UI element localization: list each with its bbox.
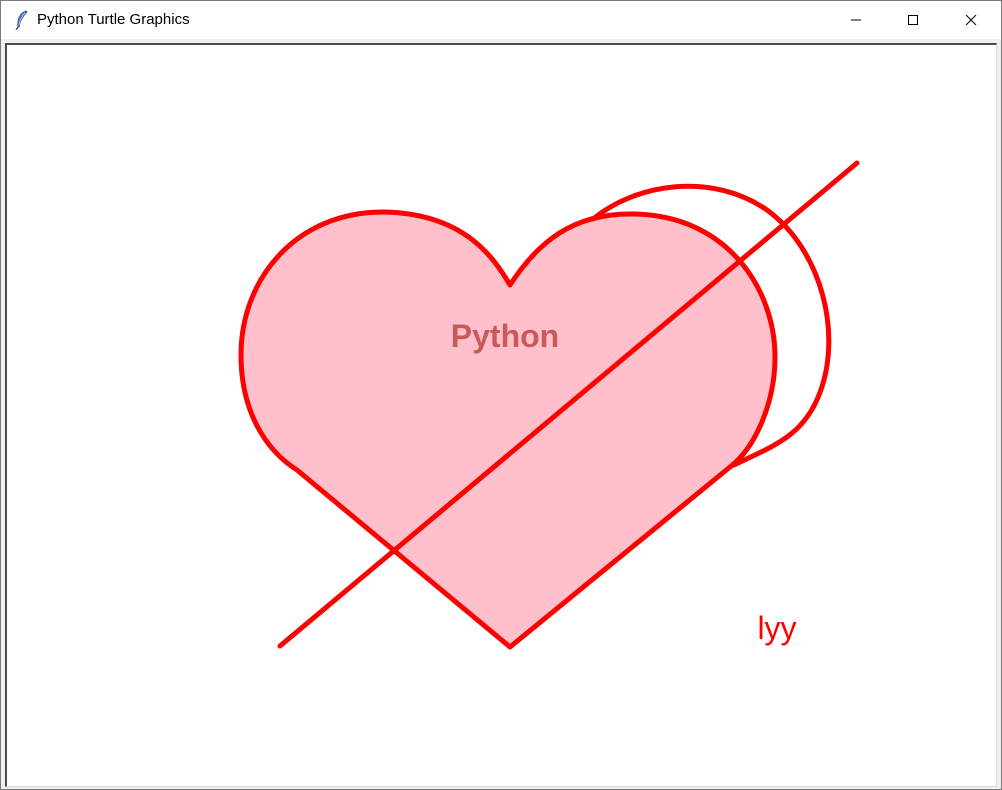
turtle-window: Python Turtle Graphics Python lyy — [0, 0, 1002, 790]
turtle-drawing: Python lyy — [238, 160, 860, 650]
close-icon — [965, 14, 977, 26]
minimize-icon — [850, 14, 862, 26]
turtle-canvas-area[interactable]: Python lyy — [5, 43, 997, 787]
minimize-button[interactable] — [827, 1, 885, 39]
close-button[interactable] — [942, 1, 1000, 39]
signature-text: lyy — [757, 610, 796, 646]
window-title: Python Turtle Graphics — [37, 11, 190, 28]
maximize-button[interactable] — [884, 1, 942, 39]
feather-icon — [14, 10, 30, 31]
maximize-icon — [907, 14, 919, 26]
title-bar[interactable]: Python Turtle Graphics — [1, 1, 1001, 39]
heart-center-text: Python — [451, 318, 559, 354]
heart-shape — [238, 209, 778, 650]
